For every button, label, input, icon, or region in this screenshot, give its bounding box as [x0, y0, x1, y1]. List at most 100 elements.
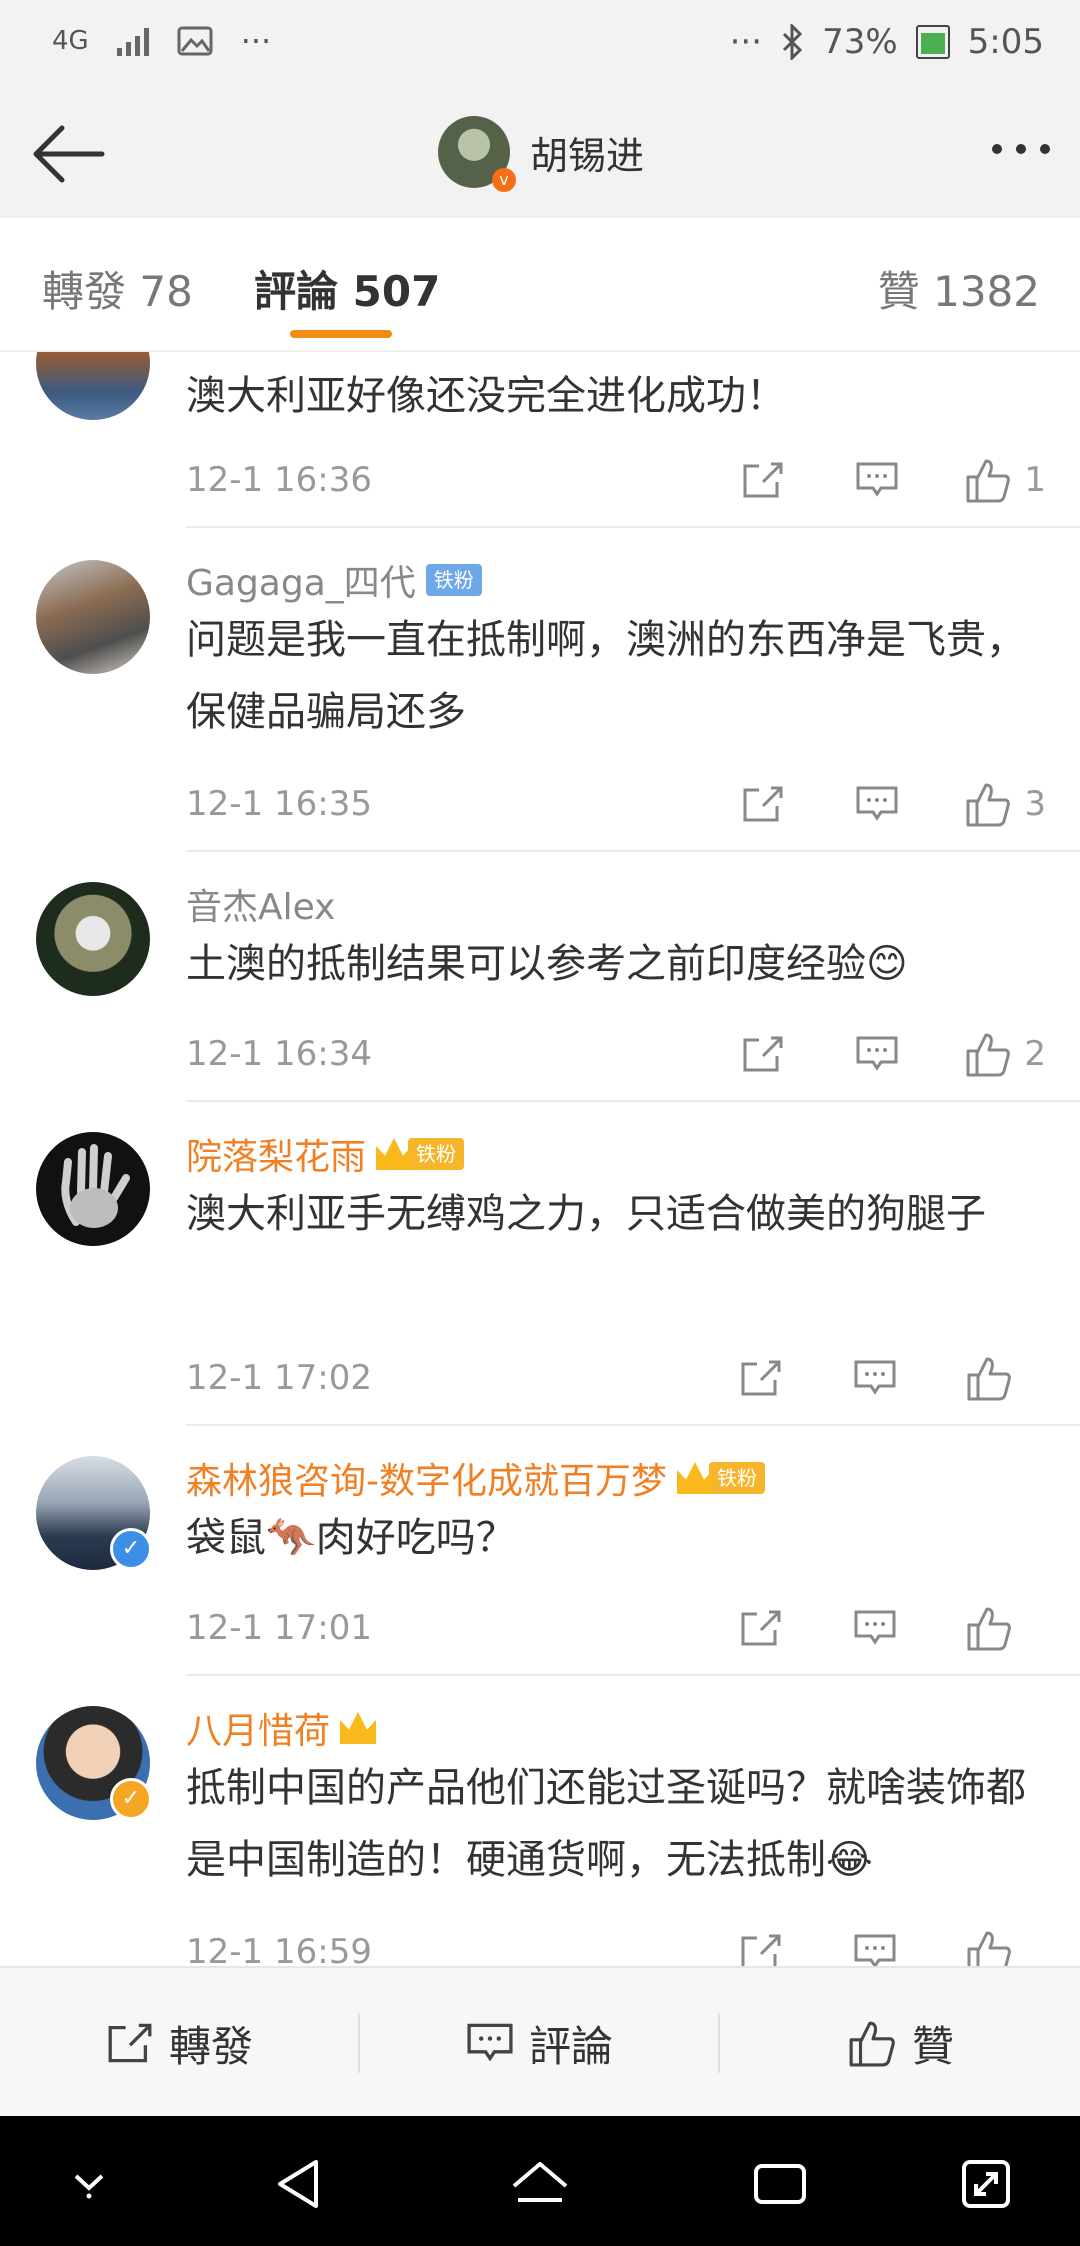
thumbs-up-icon	[966, 1033, 1011, 1077]
fan-badge: 铁粉	[709, 1462, 765, 1494]
vip-badge: 铁粉	[376, 1138, 465, 1170]
avatar[interactable]	[36, 352, 150, 420]
like-button[interactable]: 3	[934, 774, 1046, 834]
battery-icon	[915, 25, 950, 59]
comment-button[interactable]: 評論	[360, 1968, 718, 2118]
share-button[interactable]	[704, 1598, 818, 1658]
like-button[interactable]	[932, 1348, 1046, 1408]
collapse-icon[interactable]	[64, 2156, 114, 2206]
comment-username[interactable]: 音杰Alex	[186, 878, 335, 930]
like-button[interactable]	[932, 1598, 1046, 1658]
like-count: 3	[1024, 784, 1046, 824]
share-icon	[741, 1360, 781, 1396]
system-navigation-bar	[0, 2116, 1080, 2246]
comment-meta: 12-1 16:36 1	[186, 450, 1046, 510]
reply-button[interactable]	[820, 1024, 934, 1084]
username-text: 院落梨花雨	[186, 1137, 367, 1178]
thumbs-up-icon	[966, 459, 1011, 503]
comment-label: 評論	[528, 2021, 613, 2071]
avatar[interactable]	[36, 1132, 150, 1246]
status-bar: 4G ··· ··· 73% 5:05	[0, 0, 1080, 92]
share-button[interactable]	[704, 1348, 818, 1408]
comment-time: 12-1 16:35	[186, 784, 372, 824]
tab-reposts[interactable]: 轉發 78	[42, 258, 193, 319]
comment-time: 12-1 16:59	[186, 1932, 372, 1966]
repost-button[interactable]: 轉發	[0, 1968, 358, 2118]
crown-icon	[340, 1712, 377, 1744]
avatar[interactable]: v	[438, 116, 516, 192]
back-arrow-icon[interactable]	[28, 122, 108, 186]
comment-username[interactable]: Gagaga_四代 铁粉	[186, 554, 482, 606]
expand-icon[interactable]	[958, 2156, 1014, 2212]
reply-button[interactable]	[818, 1598, 932, 1658]
share-button[interactable]	[706, 1024, 820, 1084]
thumbs-up-icon	[967, 1607, 1011, 1651]
reply-button[interactable]	[818, 1922, 932, 1966]
comment-username[interactable]: 森林狼咨询-数字化成就百万梦 铁粉	[186, 1452, 765, 1504]
comment-time: 12-1 17:02	[186, 1358, 372, 1398]
like-button[interactable]	[932, 1922, 1046, 1966]
reply-button[interactable]	[818, 1348, 932, 1408]
comment-text: 澳大利亚手无缚鸡之力，只适合做美的狗腿子	[186, 1191, 986, 1237]
like-count: 1	[1024, 460, 1046, 500]
comment-meta: 12-1 16:59	[186, 1922, 1046, 1966]
page-title: 胡锡进	[530, 133, 645, 178]
share-button[interactable]	[704, 1922, 818, 1966]
thumbs-up-icon	[967, 1931, 1011, 1966]
tab-comments[interactable]: 評論 507	[254, 258, 440, 319]
header-user[interactable]: v 胡锡进	[438, 116, 645, 192]
thumbs-up-icon	[967, 1357, 1011, 1401]
share-icon	[741, 1610, 781, 1646]
verified-badge-icon: ✓	[110, 1778, 152, 1820]
avatar[interactable]	[36, 560, 150, 674]
username-text: 音杰Alex	[186, 887, 336, 928]
reply-button[interactable]	[820, 450, 934, 510]
share-button[interactable]	[706, 774, 820, 834]
overflow-icon: ···	[729, 22, 763, 62]
avatar[interactable]: ✓	[36, 1706, 152, 1820]
recent-apps-icon[interactable]	[752, 2156, 808, 2212]
username-text: 八月惜荷	[186, 1711, 331, 1752]
avatar[interactable]: ✓	[36, 1456, 152, 1570]
comment-icon	[467, 2023, 513, 2062]
username-text: Gagaga_四代	[186, 563, 416, 604]
share-button[interactable]	[706, 450, 820, 510]
comment-time: 12-1 16:36	[186, 460, 372, 500]
like-button[interactable]: 贊	[720, 1968, 1080, 2118]
network-indicator: 4G	[52, 26, 89, 56]
top-navigation: v 胡锡进	[0, 92, 1080, 220]
back-icon[interactable]	[270, 2156, 326, 2212]
verified-badge-icon: v	[492, 168, 516, 192]
username-text: 森林狼咨询-数字化成就百万梦	[186, 1461, 667, 1502]
comment-username[interactable]: 八月惜荷	[186, 1702, 377, 1754]
home-icon[interactable]	[508, 2156, 572, 2212]
clock: 5:05	[967, 22, 1044, 62]
reply-button[interactable]	[820, 774, 934, 834]
verified-badge-icon: ✓	[110, 1528, 152, 1570]
active-tab-indicator	[290, 330, 392, 338]
tab-bar: 轉發 78 評論 507 贊 1382	[0, 218, 1080, 352]
comment-icon	[856, 1036, 898, 1071]
share-icon	[108, 2023, 152, 2063]
more-options-icon[interactable]	[992, 144, 1050, 154]
bluetooth-icon	[783, 24, 803, 60]
comment-username[interactable]: 院落梨花雨 铁粉	[186, 1128, 465, 1180]
like-button[interactable]: 2	[934, 1024, 1046, 1084]
like-button[interactable]: 1	[934, 450, 1046, 510]
divider	[186, 850, 1080, 852]
comment-time: 12-1 17:01	[186, 1608, 372, 1648]
comment-text: 抵制中国的产品他们还能过圣诞吗？就啥装饰都是中国制造的！硬通货啊，无法抵制😂	[186, 1765, 1026, 1883]
repost-label: 轉發	[168, 2021, 253, 2071]
avatar[interactable]	[36, 882, 150, 996]
tab-likes[interactable]: 贊 1382	[878, 258, 1040, 319]
like-label: 贊	[911, 2021, 954, 2071]
divider	[186, 1424, 1080, 1426]
comment-icon	[854, 1934, 896, 1966]
bottom-action-bar: 轉發 評論 贊	[0, 1966, 1080, 2118]
hand-print-icon	[61, 1144, 130, 1228]
thumbs-up-icon	[966, 783, 1011, 827]
comment-time: 12-1 16:34	[186, 1034, 372, 1074]
divider	[186, 1100, 1080, 1102]
fan-badge: 铁粉	[425, 564, 482, 596]
comment-list[interactable]: 澳大利亚好像还没完全进化成功！ 12-1 16:36 1 Gagaga_四代 铁…	[0, 352, 1080, 1966]
